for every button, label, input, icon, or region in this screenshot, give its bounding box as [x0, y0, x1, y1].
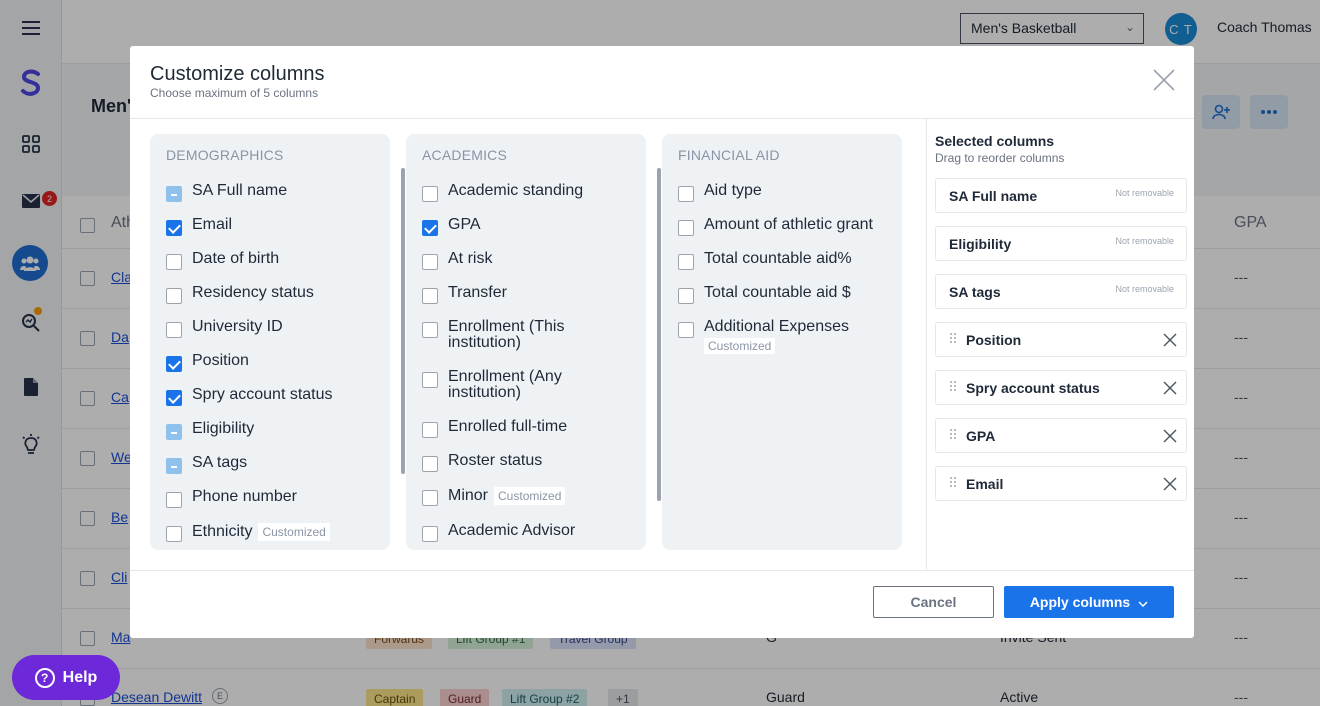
drag-handle-icon[interactable]: [949, 332, 957, 347]
customize-columns-modal: Customize columns Choose maximum of 5 co…: [130, 46, 1194, 638]
checkbox[interactable]: [166, 526, 182, 542]
close-icon[interactable]: [1152, 68, 1176, 92]
checkbox[interactable]: [422, 526, 438, 542]
divider: [926, 119, 927, 570]
remove-icon[interactable]: [1162, 428, 1178, 444]
cancel-button[interactable]: Cancel: [873, 586, 994, 618]
modal-subtitle: Choose maximum of 5 columns: [150, 86, 319, 100]
demographics-heading: DEMOGRAPHICS: [166, 147, 284, 163]
selected-column-spry-account-status[interactable]: Spry account status: [935, 370, 1187, 405]
customized-badge: Customized: [258, 523, 330, 541]
not-removable-label: Not removable: [1115, 188, 1174, 198]
checkbox-checked[interactable]: [166, 390, 182, 406]
chevron-down-icon: [1138, 594, 1148, 610]
checkbox[interactable]: [678, 288, 694, 304]
academics-panel: ACADEMICS Academic standing GPA At risk …: [406, 134, 646, 550]
apply-columns-button[interactable]: Apply columns: [1004, 586, 1174, 618]
customized-badge: Customized: [494, 487, 566, 505]
checkbox[interactable]: [422, 186, 438, 202]
remove-icon[interactable]: [1162, 332, 1178, 348]
scrollbar[interactable]: [401, 168, 405, 474]
checkbox[interactable]: [422, 456, 438, 472]
financial-aid-heading: FINANCIAL AID: [678, 147, 780, 163]
checkbox-indeterminate[interactable]: [166, 186, 182, 202]
selected-columns-subtitle: Drag to reorder columns: [935, 151, 1065, 165]
checkbox[interactable]: [166, 254, 182, 270]
help-question-icon: ?: [34, 667, 55, 688]
financial-aid-panel: FINANCIAL AID Aid type Amount of athleti…: [662, 134, 902, 550]
checkbox[interactable]: [166, 492, 182, 508]
divider: [130, 118, 1194, 119]
remove-icon[interactable]: [1162, 380, 1178, 396]
remove-icon[interactable]: [1162, 476, 1178, 492]
help-label: Help: [62, 668, 98, 686]
checkbox[interactable]: [422, 490, 438, 506]
divider: [130, 570, 1194, 571]
not-removable-label: Not removable: [1115, 284, 1174, 294]
checkbox[interactable]: [166, 288, 182, 304]
selected-column-email[interactable]: Email: [935, 466, 1187, 501]
checkbox-checked[interactable]: [422, 220, 438, 236]
checkbox-indeterminate[interactable]: [166, 458, 182, 474]
drag-handle-icon[interactable]: [949, 380, 957, 395]
checkbox[interactable]: [678, 186, 694, 202]
apply-columns-label: Apply columns: [1029, 594, 1131, 610]
modal-title: Customize columns: [150, 63, 325, 85]
help-button[interactable]: ? Help: [12, 655, 120, 700]
checkbox[interactable]: [422, 254, 438, 270]
selected-column-position[interactable]: Position: [935, 322, 1187, 357]
academics-heading: ACADEMICS: [422, 147, 508, 163]
checkbox-indeterminate[interactable]: [166, 424, 182, 440]
drag-handle-icon[interactable]: [949, 476, 957, 491]
selected-column-sa-tags: SA tags Not removable: [935, 274, 1187, 309]
checkbox-checked[interactable]: [166, 220, 182, 236]
checkbox[interactable]: [422, 288, 438, 304]
selected-column-sa-full-name: SA Full name Not removable: [935, 178, 1187, 213]
checkbox[interactable]: [678, 220, 694, 236]
checkbox[interactable]: [678, 322, 694, 338]
checkbox[interactable]: [422, 372, 438, 388]
selected-columns-title: Selected columns: [935, 133, 1055, 149]
customized-badge: Customized: [704, 338, 776, 354]
checkbox[interactable]: [422, 322, 438, 338]
demographics-panel: DEMOGRAPHICS SA Full name Email Date of …: [150, 134, 390, 550]
drag-handle-icon[interactable]: [949, 428, 957, 443]
selected-column-gpa[interactable]: GPA: [935, 418, 1187, 453]
checkbox[interactable]: [678, 254, 694, 270]
checkbox-checked[interactable]: [166, 356, 182, 372]
selected-column-eligibility: Eligibility Not removable: [935, 226, 1187, 261]
scrollbar[interactable]: [657, 168, 661, 501]
not-removable-label: Not removable: [1115, 236, 1174, 246]
checkbox[interactable]: [166, 322, 182, 338]
checkbox[interactable]: [422, 422, 438, 438]
